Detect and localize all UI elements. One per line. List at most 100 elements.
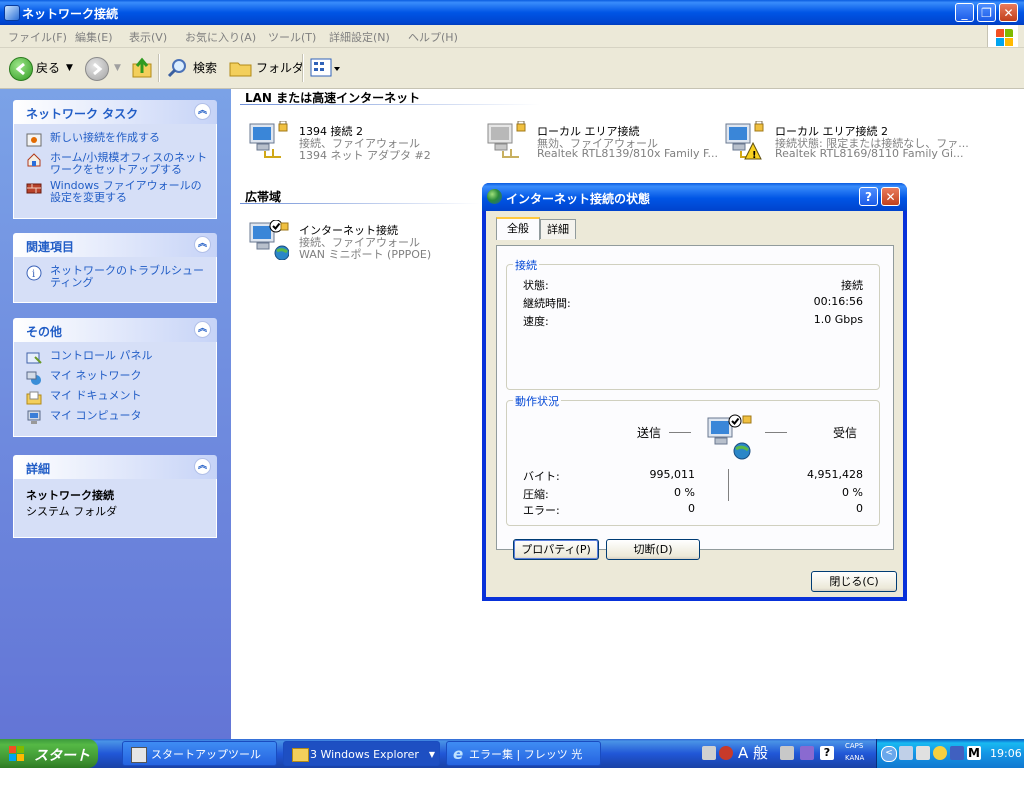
tray-app-icon[interactable] (916, 746, 930, 760)
firewall-icon (26, 180, 42, 196)
toolbar-separator (158, 54, 160, 82)
sent-label: 送信 (637, 426, 662, 440)
menu-advanced[interactable]: 詳細設定(N) (329, 29, 390, 45)
troubleshoot-link[interactable]: i ネットワークのトラブルシューティング (26, 265, 208, 289)
menu-help[interactable]: ヘルプ(H) (408, 29, 458, 45)
panel-title: 関連項目 (26, 240, 75, 254)
info-icon: i (26, 265, 42, 281)
up-folder-icon[interactable] (131, 57, 153, 79)
my-documents-link[interactable]: マイ ドキュメント (26, 390, 208, 406)
details-type: システム フォルダ (26, 505, 118, 518)
globe-icon (487, 189, 502, 204)
tray-app-icon[interactable] (933, 746, 947, 760)
collapse-chevron-icon[interactable]: ︽ (194, 458, 211, 475)
folders-button-label[interactable]: フォルダ (256, 56, 304, 80)
views-icon[interactable] (310, 58, 340, 78)
menu-edit[interactable]: 編集(E) (75, 29, 113, 45)
folders-icon[interactable] (229, 58, 253, 78)
activity-divider (728, 469, 729, 501)
firewall-settings-link[interactable]: Windows ファイアウォールの設定を変更する (26, 180, 208, 204)
window-title-bar[interactable]: ネットワーク接続 _ ❐ ✕ (0, 0, 1024, 25)
forward-arrow-icon[interactable] (85, 57, 109, 81)
close-button[interactable]: ✕ (999, 3, 1018, 22)
kana-indicator: KANA (845, 754, 865, 762)
taskbar-item-explorer[interactable]: 3 Windows Explorer ▼ (283, 741, 440, 766)
properties-button[interactable]: プロパティ(P) (513, 539, 599, 560)
connection-local-area[interactable]: ローカル エリア接続 無効、ファイアウォール Realtek RTL8139/8… (485, 121, 718, 161)
window-icon (131, 747, 147, 763)
collapse-chevron-icon[interactable]: ︽ (194, 236, 211, 253)
link-label: マイ ネットワーク (50, 369, 142, 382)
folder-icon (292, 748, 309, 762)
windows-logo-icon (987, 25, 1018, 47)
dialog-body: 全般 詳細 接続 状態: 接続 継続時間: 00:16:56 速度: 1.0 G… (486, 211, 903, 597)
keyboard-icon[interactable] (702, 746, 716, 760)
show-hidden-icons-chevron-icon[interactable]: < (881, 746, 897, 762)
tab-panel: 接続 状態: 接続 継続時間: 00:16:56 速度: 1.0 Gbps 動作… (496, 245, 894, 560)
connection-device: Realtek RTL8169/8110 Family Gi... (775, 147, 964, 160)
tab-details[interactable]: 詳細 (540, 219, 576, 239)
tray-m-icon[interactable]: M (967, 746, 981, 760)
network-tray-icon[interactable] (899, 746, 913, 760)
clock[interactable]: 19:06 (990, 747, 1022, 760)
maximize-button[interactable]: ❐ (977, 3, 996, 22)
search-button-label[interactable]: 検索 (193, 56, 217, 80)
connection-device: WAN ミニポート (PPPOE) (299, 248, 432, 261)
network-activity-icon (707, 414, 752, 460)
minimize-button[interactable]: _ (955, 3, 974, 22)
tab-general[interactable]: 全般 (496, 217, 540, 240)
link-label: ホーム/小規模オフィスのネットワークをセットアップする (50, 151, 208, 176)
dictionary-icon[interactable] (800, 746, 814, 760)
my-computer-link[interactable]: マイ コンピュータ (26, 410, 208, 426)
close-dialog-button[interactable]: 閉じる(C) (811, 571, 897, 592)
search-icon[interactable] (166, 57, 188, 79)
create-connection-link[interactable]: 新しい接続を作成する (26, 132, 208, 148)
ime-pad-icon[interactable] (780, 746, 794, 760)
group-dropdown-icon[interactable]: ▼ (429, 742, 435, 767)
connection-local-area-2[interactable]: ! ローカル エリア接続 2 接続状態: 限定または接続なし、ファ... Rea… (723, 121, 969, 161)
task-label: スタートアップツール (151, 748, 261, 761)
ime-icon[interactable] (719, 746, 733, 760)
details-name: ネットワーク接続 (26, 489, 114, 502)
back-arrow-icon[interactable] (9, 57, 33, 81)
taskbar-item-startup-tool[interactable]: スタートアップツール (122, 741, 277, 766)
connection-1394[interactable]: 1394 接続 2 接続、ファイアウォール 1394 ネット アダプタ #2 (247, 121, 477, 162)
back-button-label[interactable]: 戻る (36, 56, 60, 80)
disconnect-button[interactable]: 切断(D) (606, 539, 700, 560)
activity-group: 動作状況 送信 受信 バイト: 995,011 4,951,428 圧縮: 0 … (506, 393, 880, 526)
connection-internet[interactable]: インターネット接続 接続、ファイアウォール WAN ミニポート (PPPOE) (247, 220, 477, 261)
help-button[interactable]: ? (859, 187, 878, 206)
details-panel: 詳細 ︽ ネットワーク接続 システム フォルダ (13, 455, 217, 538)
home-network-setup-link[interactable]: ホーム/小規模オフィスのネットワークをセットアップする (26, 152, 208, 176)
panel-title: 詳細 (26, 462, 51, 476)
help-icon[interactable]: ? (820, 746, 834, 760)
dialog-close-button[interactable]: ✕ (881, 187, 900, 206)
menu-tools[interactable]: ツール(T) (268, 29, 316, 45)
dialog-title-bar[interactable]: インターネット接続の状態 ? ✕ (482, 183, 907, 211)
panel-title: その他 (26, 325, 63, 339)
svg-text:!: ! (752, 150, 757, 161)
taskbar-item-browser[interactable]: e エラー集 | フレッツ 光ネ... (446, 741, 601, 786)
panel-header[interactable]: ネットワーク タスク ︽ (13, 100, 217, 124)
start-button[interactable]: スタート (0, 739, 98, 768)
panel-header[interactable]: その他 ︽ (13, 318, 217, 342)
network-adapter-disabled-icon (487, 121, 526, 158)
connection-device: Realtek RTL8139/810x Family F... (537, 147, 718, 160)
panel-header[interactable]: 関連項目 ︽ (13, 233, 217, 257)
menu-file[interactable]: ファイル(F) (8, 29, 67, 45)
control-panel-link[interactable]: コントロール パネル (26, 350, 208, 366)
caps-indicator: CAPS (845, 742, 864, 750)
forward-dropdown-icon[interactable]: ▼ (114, 56, 121, 80)
ime-mode[interactable]: A 般 (738, 742, 768, 763)
task-label: エラー集 | フレッツ 光ネ... (469, 748, 583, 786)
menu-view[interactable]: 表示(V) (129, 29, 167, 45)
collapse-chevron-icon[interactable]: ︽ (194, 321, 211, 338)
network-adapter-icon (249, 121, 288, 158)
collapse-chevron-icon[interactable]: ︽ (194, 103, 211, 120)
menu-favorites[interactable]: お気に入り(A) (185, 29, 256, 45)
panel-header[interactable]: 詳細 ︽ (13, 455, 217, 479)
tray-app-icon[interactable] (950, 746, 964, 760)
back-dropdown-icon[interactable]: ▼ (66, 56, 73, 80)
task-label: 3 Windows Explorer (310, 748, 419, 761)
my-network-link[interactable]: マイ ネットワーク (26, 370, 208, 386)
